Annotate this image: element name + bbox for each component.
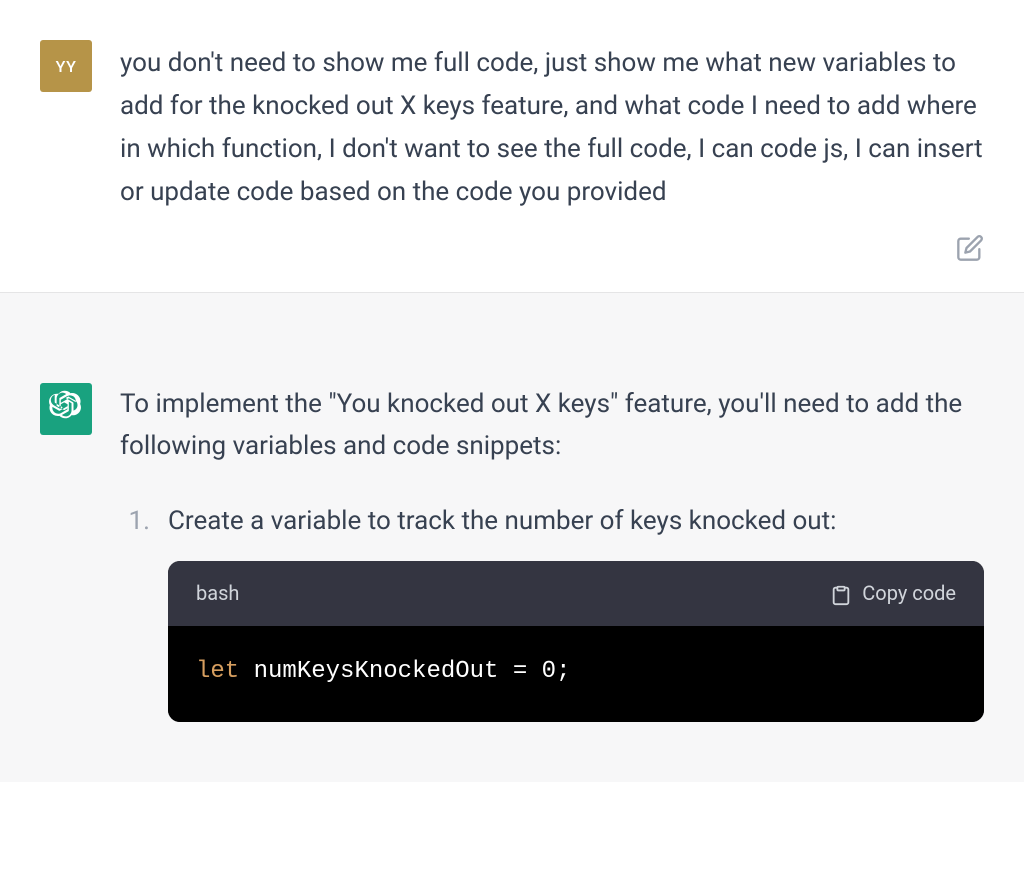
- list-item: 1. Create a variable to track the number…: [120, 500, 984, 722]
- assistant-ordered-list: 1. Create a variable to track the number…: [120, 500, 984, 722]
- code-block: bash Copy code: [168, 561, 984, 722]
- copy-code-label: Copy code: [862, 577, 956, 610]
- user-message-container: YY you don't need to show me full code, …: [0, 0, 1024, 234]
- user-avatar-initials: YY: [56, 57, 77, 76]
- openai-logo-icon: [49, 390, 83, 428]
- assistant-message-content: To implement the "You knocked out X keys…: [120, 383, 984, 723]
- clipboard-icon: [830, 583, 852, 605]
- user-message-actions: [0, 234, 1024, 292]
- edit-icon[interactable]: [956, 234, 984, 262]
- list-marker: 1.: [120, 500, 150, 722]
- user-message-text: you don't need to show me full code, jus…: [120, 40, 984, 214]
- assistant-intro-text: To implement the "You knocked out X keys…: [120, 383, 984, 469]
- user-message-section: YY you don't need to show me full code, …: [0, 0, 1024, 292]
- list-item-text: Create a variable to track the number of…: [168, 500, 984, 543]
- code-token-keyword: let: [196, 658, 239, 685]
- code-token-rest: numKeysKnockedOut = 0;: [239, 658, 570, 685]
- assistant-avatar: [40, 383, 92, 435]
- list-item-content: Create a variable to track the number of…: [168, 500, 984, 722]
- copy-code-button[interactable]: Copy code: [830, 577, 956, 610]
- code-language-label: bash: [196, 577, 239, 610]
- user-avatar: YY: [40, 40, 92, 92]
- code-block-body[interactable]: let numKeysKnockedOut = 0;: [168, 626, 984, 722]
- assistant-message-container: To implement the "You knocked out X keys…: [0, 343, 1024, 743]
- code-block-header: bash Copy code: [168, 561, 984, 626]
- assistant-message-section: To implement the "You knocked out X keys…: [0, 293, 1024, 783]
